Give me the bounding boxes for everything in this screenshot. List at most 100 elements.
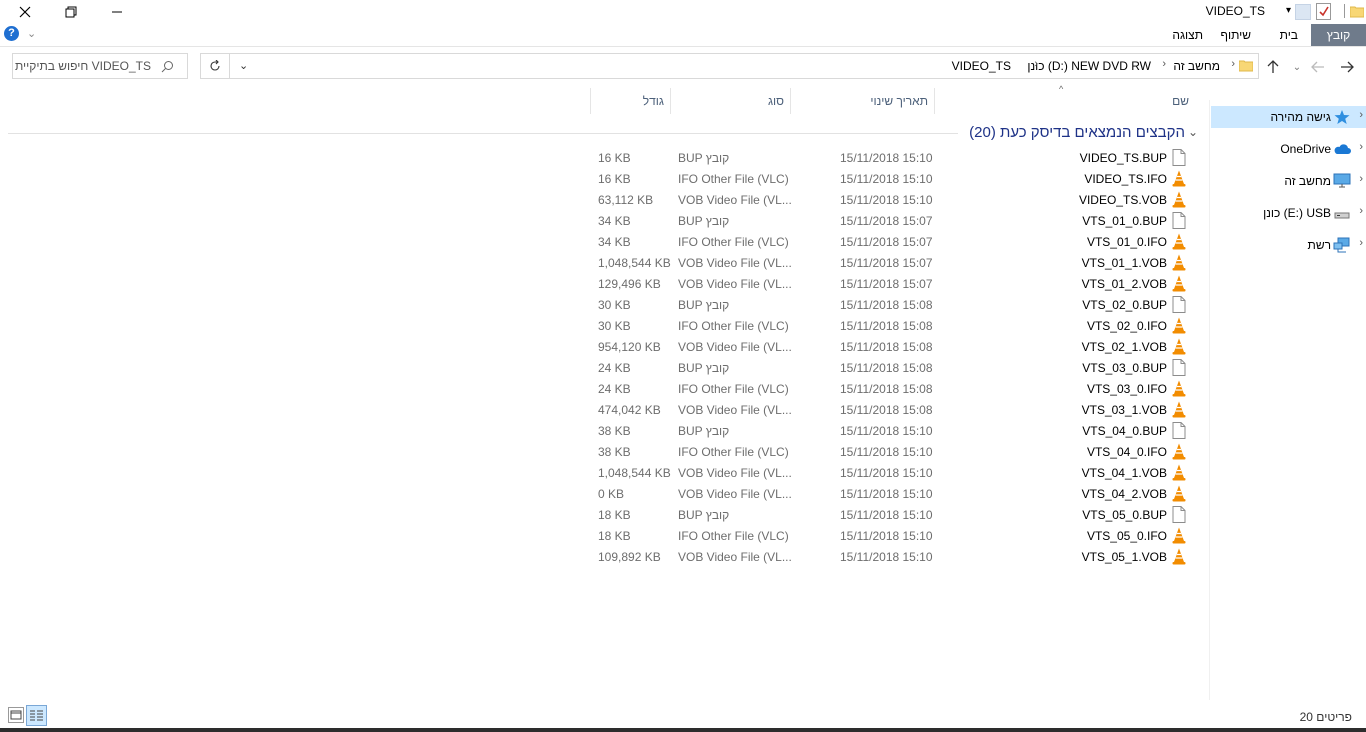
chevron-right-icon[interactable]: ›: [1359, 237, 1363, 249]
file-row[interactable]: VTS_02_1.VOB 15/11/2018 15:08 VOB Video Fi…: [590, 337, 1200, 358]
file-row[interactable]: VTS_02_0.IFO 15/11/2018 15:08 IFO Other Fi…: [590, 316, 1200, 337]
column-divider[interactable]: [790, 88, 791, 114]
search-box[interactable]: חיפוש בתיקיית VIDEO_TS: [12, 53, 188, 79]
file-name[interactable]: VTS_04_0.BUP: [1082, 424, 1167, 438]
breadcrumb-separator-icon[interactable]: ›: [1162, 58, 1166, 70]
file-name[interactable]: VTS_02_1.VOB: [1082, 340, 1167, 354]
file-row[interactable]: VTS_05_0.BUP 15/11/2018 15:10 BUP קובץ 18 K…: [590, 505, 1200, 526]
file-size: 63,112 KB: [598, 193, 654, 207]
file-name[interactable]: VTS_05_1.VOB: [1082, 550, 1167, 564]
chevron-right-icon[interactable]: ›: [1359, 173, 1363, 185]
file-date: 15/11/2018 15:10: [840, 508, 933, 522]
file-name[interactable]: VTS_02_0.BUP: [1082, 298, 1167, 312]
file-name[interactable]: VTS_05_0.BUP: [1082, 508, 1167, 522]
search-icon[interactable]: [161, 60, 174, 73]
file-type: IFO Other File (VLC): [678, 445, 789, 459]
recent-locations-button[interactable]: ⌄: [1286, 56, 1308, 78]
file-row[interactable]: VTS_02_0.BUP 15/11/2018 15:08 BUP קובץ 30 K…: [590, 295, 1200, 316]
tab-file[interactable]: קובץ: [1311, 24, 1366, 46]
file-name[interactable]: VTS_04_1.VOB: [1082, 466, 1167, 480]
file-name[interactable]: VIDEO_TS.VOB: [1079, 193, 1167, 207]
address-bar[interactable]: ⌄ › מחשב זה › כונן (D:) NEW DVD RW › VID…: [200, 53, 1259, 79]
sidebar-item-quick-access-star[interactable]: › גישה מהירה: [1211, 106, 1366, 128]
breadcrumb-separator-icon[interactable]: ›: [1231, 58, 1235, 70]
column-header-size[interactable]: גודל: [643, 94, 664, 108]
file-row[interactable]: VIDEO_TS.BUP 15/11/2018 15:10 BUP קובץ 16 K…: [590, 148, 1200, 169]
file-row[interactable]: VTS_03_0.BUP 15/11/2018 15:08 BUP קובץ 24 K…: [590, 358, 1200, 379]
file-type: IFO Other File (VLC): [678, 382, 789, 396]
chevron-right-icon[interactable]: ›: [1359, 205, 1363, 217]
chevron-right-icon[interactable]: ›: [1359, 141, 1363, 153]
tab-share[interactable]: שיתוף: [1210, 24, 1261, 46]
file-size: 24 KB: [598, 361, 631, 375]
column-header-date[interactable]: תאריך שינוי: [870, 94, 928, 108]
sidebar-item-usb-drive[interactable]: › כונן (E:) USB: [1211, 202, 1366, 224]
file-row[interactable]: VTS_05_0.IFO 15/11/2018 15:10 IFO Other Fi…: [590, 526, 1200, 547]
sidebar-item-computer[interactable]: › מחשב זה: [1211, 170, 1366, 192]
file-size: 30 KB: [598, 319, 631, 333]
file-row[interactable]: VTS_03_0.IFO 15/11/2018 15:08 IFO Other Fi…: [590, 379, 1200, 400]
file-name[interactable]: VTS_01_1.VOB: [1082, 256, 1167, 270]
file-row[interactable]: VTS_04_0.BUP 15/11/2018 15:10 BUP קובץ 38 K…: [590, 421, 1200, 442]
column-divider[interactable]: [934, 88, 935, 114]
file-row[interactable]: VTS_01_0.IFO 15/11/2018 15:07 IFO Other Fi…: [590, 232, 1200, 253]
column-header-name[interactable]: שם: [1172, 94, 1189, 108]
file-name[interactable]: VTS_03_0.BUP: [1082, 361, 1167, 375]
file-row[interactable]: VIDEO_TS.VOB 15/11/2018 15:10 VOB Video Fi…: [590, 190, 1200, 211]
file-name[interactable]: VTS_01_0.BUP: [1082, 214, 1167, 228]
file-date: 15/11/2018 15:10: [840, 529, 933, 543]
file-name[interactable]: VTS_05_0.IFO: [1087, 529, 1167, 543]
back-button[interactable]: [1336, 56, 1358, 78]
breadcrumb-this-pc[interactable]: מחשב זה: [1173, 59, 1220, 73]
tab-home[interactable]: בית: [1270, 24, 1308, 46]
breadcrumb-separator-icon[interactable]: ›: [1034, 58, 1038, 70]
sidebar-item-onedrive-cloud[interactable]: › OneDrive: [1211, 138, 1366, 160]
ribbon-expand-chevron-icon[interactable]: ⌄: [27, 27, 36, 40]
tab-view[interactable]: תצוגה: [1162, 24, 1213, 46]
forward-button[interactable]: [1307, 56, 1329, 78]
file-name[interactable]: VTS_04_0.IFO: [1087, 445, 1167, 459]
qat-dropdown-icon[interactable]: ▾: [1286, 5, 1291, 16]
refresh-button[interactable]: [201, 54, 230, 78]
checkmark-doc-icon[interactable]: [1316, 3, 1331, 20]
group-header[interactable]: הקבצים הנמצאים בדיסק כעת (20): [969, 124, 1185, 141]
file-type: BUP קובץ: [678, 151, 730, 165]
file-row[interactable]: VTS_04_1.VOB 15/11/2018 15:10 VOB Video Fi…: [590, 463, 1200, 484]
column-divider[interactable]: [670, 88, 671, 114]
breadcrumb-video-ts[interactable]: VIDEO_TS: [952, 59, 1011, 73]
file-row[interactable]: VIDEO_TS.IFO 15/11/2018 15:10 IFO Other Fi…: [590, 169, 1200, 190]
file-name[interactable]: VTS_01_0.IFO: [1087, 235, 1167, 249]
close-button[interactable]: [2, 0, 48, 24]
properties-icon[interactable]: [1295, 4, 1311, 20]
column-divider[interactable]: [590, 88, 591, 114]
file-row[interactable]: VTS_05_1.VOB 15/11/2018 15:10 VOB Video Fi…: [590, 547, 1200, 568]
vlc-icon: [1172, 170, 1186, 187]
restore-button[interactable]: [48, 0, 94, 24]
file-row[interactable]: VTS_01_1.VOB 15/11/2018 15:07 VOB Video Fi…: [590, 253, 1200, 274]
file-name[interactable]: VIDEO_TS.BUP: [1080, 151, 1167, 165]
search-input[interactable]: חיפוש בתיקיית VIDEO_TS: [15, 59, 151, 73]
group-collapse-chevron-icon[interactable]: ⌄: [1188, 125, 1198, 139]
file-name[interactable]: VTS_03_1.VOB: [1082, 403, 1167, 417]
file-row[interactable]: VTS_03_1.VOB 15/11/2018 15:08 VOB Video Fi…: [590, 400, 1200, 421]
details-view-button[interactable]: [8, 707, 24, 723]
file-name[interactable]: VTS_01_2.VOB: [1082, 277, 1167, 291]
help-icon[interactable]: ?: [4, 26, 19, 41]
file-name[interactable]: VTS_02_0.IFO: [1087, 319, 1167, 333]
chevron-right-icon[interactable]: ›: [1359, 109, 1363, 121]
file-row[interactable]: VTS_01_0.BUP 15/11/2018 15:07 BUP קובץ 34 K…: [590, 211, 1200, 232]
breadcrumb-dvd-drive[interactable]: כונן (D:) NEW DVD RW: [1027, 59, 1151, 73]
sidebar-item-network[interactable]: › רשת: [1211, 234, 1366, 256]
list-view-button[interactable]: [26, 705, 47, 726]
file-row[interactable]: VTS_04_0.IFO 15/11/2018 15:10 IFO Other Fi…: [590, 442, 1200, 463]
file-name[interactable]: VTS_04_2.VOB: [1082, 487, 1167, 501]
column-header-type[interactable]: סוג: [768, 94, 784, 108]
minimize-button[interactable]: [94, 0, 140, 24]
file-name[interactable]: VIDEO_TS.IFO: [1084, 172, 1167, 186]
file-row[interactable]: VTS_04_2.VOB 15/11/2018 15:10 VOB Video Fi…: [590, 484, 1200, 505]
generic-file-icon: [1172, 422, 1186, 439]
file-row[interactable]: VTS_01_2.VOB 15/11/2018 15:07 VOB Video Fi…: [590, 274, 1200, 295]
file-name[interactable]: VTS_03_0.IFO: [1087, 382, 1167, 396]
address-dropdown-icon[interactable]: ⌄: [239, 59, 248, 72]
up-button[interactable]: [1262, 56, 1284, 78]
